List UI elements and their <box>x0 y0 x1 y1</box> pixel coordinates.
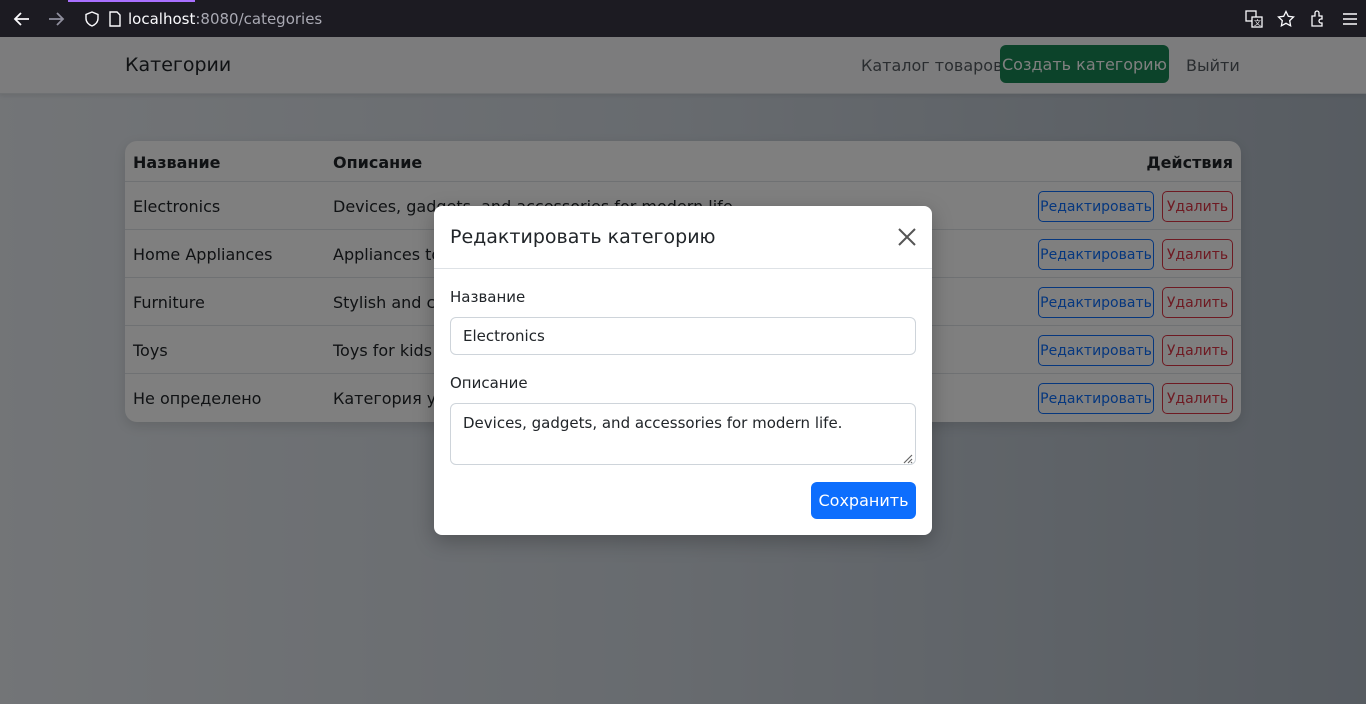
url-bar[interactable]: localhost:8080/categories <box>78 4 1234 33</box>
page-icon <box>108 10 122 27</box>
menu-icon[interactable] <box>1334 0 1366 37</box>
name-input-value: Electronics <box>463 327 545 345</box>
url-text[interactable]: localhost:8080/categories <box>128 10 322 28</box>
bookmark-star-icon[interactable] <box>1270 0 1302 37</box>
url-path: :8080/categories <box>195 9 323 28</box>
name-label: Название <box>450 288 526 306</box>
forward-arrow-icon[interactable] <box>39 0 73 37</box>
description-label: Описание <box>450 374 528 392</box>
resize-grip-icon[interactable] <box>901 450 913 464</box>
name-input[interactable]: Electronics <box>450 317 916 355</box>
back-arrow-icon[interactable] <box>5 0 39 37</box>
translate-icon[interactable]: 文 <box>1238 0 1270 37</box>
save-button[interactable]: Сохранить <box>811 482 916 519</box>
shield-icon[interactable] <box>84 10 100 27</box>
description-textarea[interactable]: Devices, gadgets, and accessories for mo… <box>450 403 916 465</box>
active-tab-indicator <box>68 0 195 2</box>
close-icon[interactable] <box>896 226 918 248</box>
description-textarea-value: Devices, gadgets, and accessories for mo… <box>463 414 843 432</box>
extensions-icon[interactable] <box>1302 0 1334 37</box>
modal-title: Редактировать категорию <box>450 226 716 248</box>
browser-toolbar: localhost:8080/categories 文 <box>0 0 1366 37</box>
edit-category-modal: Редактировать категорию Название Electro… <box>434 206 932 535</box>
svg-text:文: 文 <box>1254 18 1261 27</box>
page-content: Категории Каталог товаров Создать катего… <box>0 37 1366 704</box>
browser-actions: 文 <box>1238 0 1366 37</box>
modal-header: Редактировать категорию <box>434 206 932 269</box>
url-host: localhost <box>128 9 196 28</box>
